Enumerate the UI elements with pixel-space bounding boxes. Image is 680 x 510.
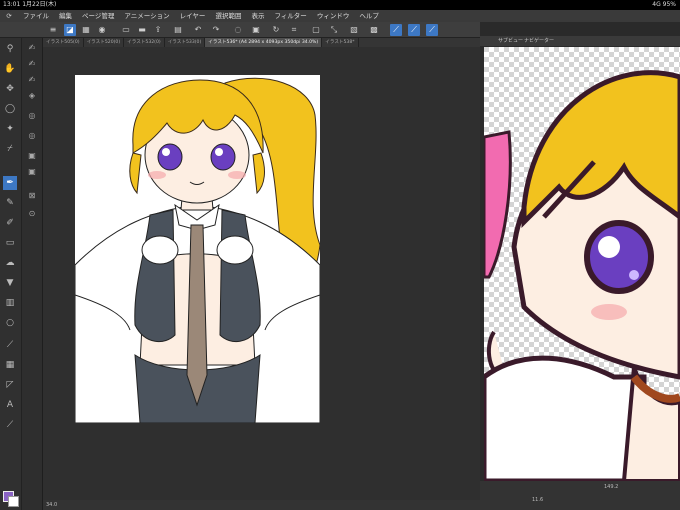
export-icon[interactable]: ⇪ [152,24,164,36]
save-icon[interactable]: ▬ [136,24,148,36]
gradient-tool-icon[interactable]: ▥ [3,296,17,310]
navigator-zoom-value[interactable]: 149.2 [604,484,618,490]
subtool-icon-6[interactable]: ◎ [26,130,38,142]
magic-wand-icon[interactable]: ✦ [3,122,17,136]
menu-file[interactable]: ファイル [18,10,54,22]
invert-selection-icon[interactable]: ▧ [348,24,360,36]
subview-image[interactable] [484,47,680,481]
undo-icon[interactable]: ↶ [192,24,204,36]
menu-animation[interactable]: アニメーション [119,10,174,22]
canvas-status-bar: 34.0 [43,500,480,510]
navigator-rotation-value[interactable]: 11.6 [532,497,543,503]
tool-palette: ⚲ ✋ ✥ ◯ ✦ ⌿ ✒ ✎ ✐ ▭ ☁ ▼ ▥ ○ ⟋ ▦ ◸ A ⟋ [0,38,22,510]
frame-tool-icon[interactable]: ▦ [3,358,17,372]
menu-help[interactable]: ヘルプ [354,10,384,22]
menu-filter[interactable]: フィルター [269,10,311,22]
hamburger-menu-icon[interactable]: ≡ [47,24,59,36]
special-ruler-snap-icon[interactable]: ⟋ [408,24,420,36]
pen-tool-icon[interactable]: ✒ [3,176,17,190]
menu-view[interactable]: 表示 [246,10,269,22]
tab-illust-532[interactable]: イラスト532(0) [124,38,165,47]
background-color[interactable] [8,496,19,507]
drawing-canvas[interactable] [75,75,320,423]
menu-selection[interactable]: 選択範囲 [210,10,246,22]
subview-header: サブビュー ナビゲーター [480,36,680,46]
show-selection-icon[interactable]: ▩ [368,24,380,36]
subtool-icon-3[interactable]: ✍ [26,74,38,86]
menu-layer[interactable]: レイヤー [175,10,211,22]
menu-page[interactable]: ページ管理 [77,10,119,22]
subtool-icon-10[interactable]: ⊙ [26,208,38,220]
tab-illust-533[interactable]: イラスト533(0) [165,38,206,47]
subtool-icon-7[interactable]: ▣ [26,150,38,162]
subtool-icon-4[interactable]: ◈ [26,90,38,102]
subtool-icon-1[interactable]: ✍ [26,42,38,54]
gallery-icon[interactable]: ▦ [80,24,92,36]
new-canvas-icon[interactable]: ◪ [64,24,76,36]
menu-bar: ⟳ ファイル 編集 ページ管理 アニメーション レイヤー 選択範囲 表示 フィル… [0,10,680,22]
canvas-area[interactable] [43,47,480,500]
navigator-slider[interactable] [484,485,674,493]
color-swatch[interactable] [3,491,19,510]
move-tool-icon[interactable]: ✥ [3,82,17,96]
zoom-value[interactable]: 34.0 [46,500,57,510]
grid-snap-icon[interactable]: ⟋ [426,24,438,36]
fill-icon[interactable]: ▣ [250,24,262,36]
fill-tool-icon[interactable]: ▼ [3,276,17,290]
text-tool-icon[interactable]: A [3,398,17,412]
eyedropper-icon[interactable]: ⌿ [3,142,17,156]
zoom-tool-icon[interactable]: ⚲ [3,42,17,56]
tab-illust-538[interactable]: イラスト538* [322,38,359,47]
subtool-icon-2[interactable]: ✍ [26,58,38,70]
hand-tool-icon[interactable]: ✋ [3,62,17,76]
document-tabs: イラスト505(0) イラスト520(0) イラスト532(0) イラスト533… [43,38,480,47]
app-logo-icon[interactable]: ⟳ [0,10,18,22]
transform-icon[interactable]: ↻ [270,24,282,36]
ruler-tool-icon[interactable]: ⟋ [3,338,17,352]
tab-illust-520[interactable]: イラスト520(0) [84,38,125,47]
deselect-icon[interactable]: ⤡ [328,24,340,36]
eraser-tool-icon[interactable]: ▭ [3,236,17,250]
redo-icon[interactable]: ↷ [210,24,222,36]
tab-illust-536[interactable]: イラスト536* (A4 2894 x 4093px 350dpi 34.0%) [205,38,323,47]
status-bar: 13:01 1月22日(木) 4G 95% [0,0,680,10]
navigator-controls: 149.2 11.6 [480,481,680,510]
correct-line-tool-icon[interactable]: ⟋ [3,418,17,432]
clear-icon[interactable]: ◌ [232,24,244,36]
blend-tool-icon[interactable]: ☁ [3,256,17,270]
subtool-icon-9[interactable]: ⊠ [26,190,38,202]
lasso-tool-icon[interactable]: ◯ [3,102,17,116]
camera-icon[interactable]: ◉ [96,24,108,36]
ruler-snap-icon[interactable]: ⟋ [390,24,402,36]
balloon-tool-icon[interactable]: ◸ [3,378,17,392]
subview-closeup-illustration [484,47,680,481]
subtool-icon-8[interactable]: ▣ [26,166,38,178]
tab-illust-505[interactable]: イラスト505(0) [43,38,84,47]
menu-window[interactable]: ウィンドウ [312,10,355,22]
crop-icon[interactable]: ⌗ [288,24,300,36]
open-file-icon[interactable]: ▭ [120,24,132,36]
right-panel: サブビュー ナビゲーター 149.2 11.6 [480,22,680,510]
status-battery: 4G 95% [652,1,676,8]
figure-tool-icon[interactable]: ○ [3,316,17,330]
layer-icon[interactable]: ▤ [172,24,184,36]
app-window: 13:01 1月22日(木) 4G 95% ⟳ ファイル 編集 ページ管理 アニ… [0,0,680,510]
sub-tool-palette: ✍ ✍ ✍ ◈ ◎ ◎ ▣ ▣ ⊠ ⊙ [22,38,43,510]
subview-tab[interactable]: サブビュー [498,36,523,46]
artwork-illustration [75,77,320,423]
status-time: 13:01 1月22日(木) [3,1,57,8]
menu-edit[interactable]: 編集 [54,10,77,22]
select-all-icon[interactable]: ▢ [310,24,322,36]
subtool-icon-5[interactable]: ◎ [26,110,38,122]
pencil-tool-icon[interactable]: ✎ [3,196,17,210]
brush-tool-icon[interactable]: ✐ [3,216,17,230]
navigator-tab[interactable]: ナビゲーター [524,36,554,46]
